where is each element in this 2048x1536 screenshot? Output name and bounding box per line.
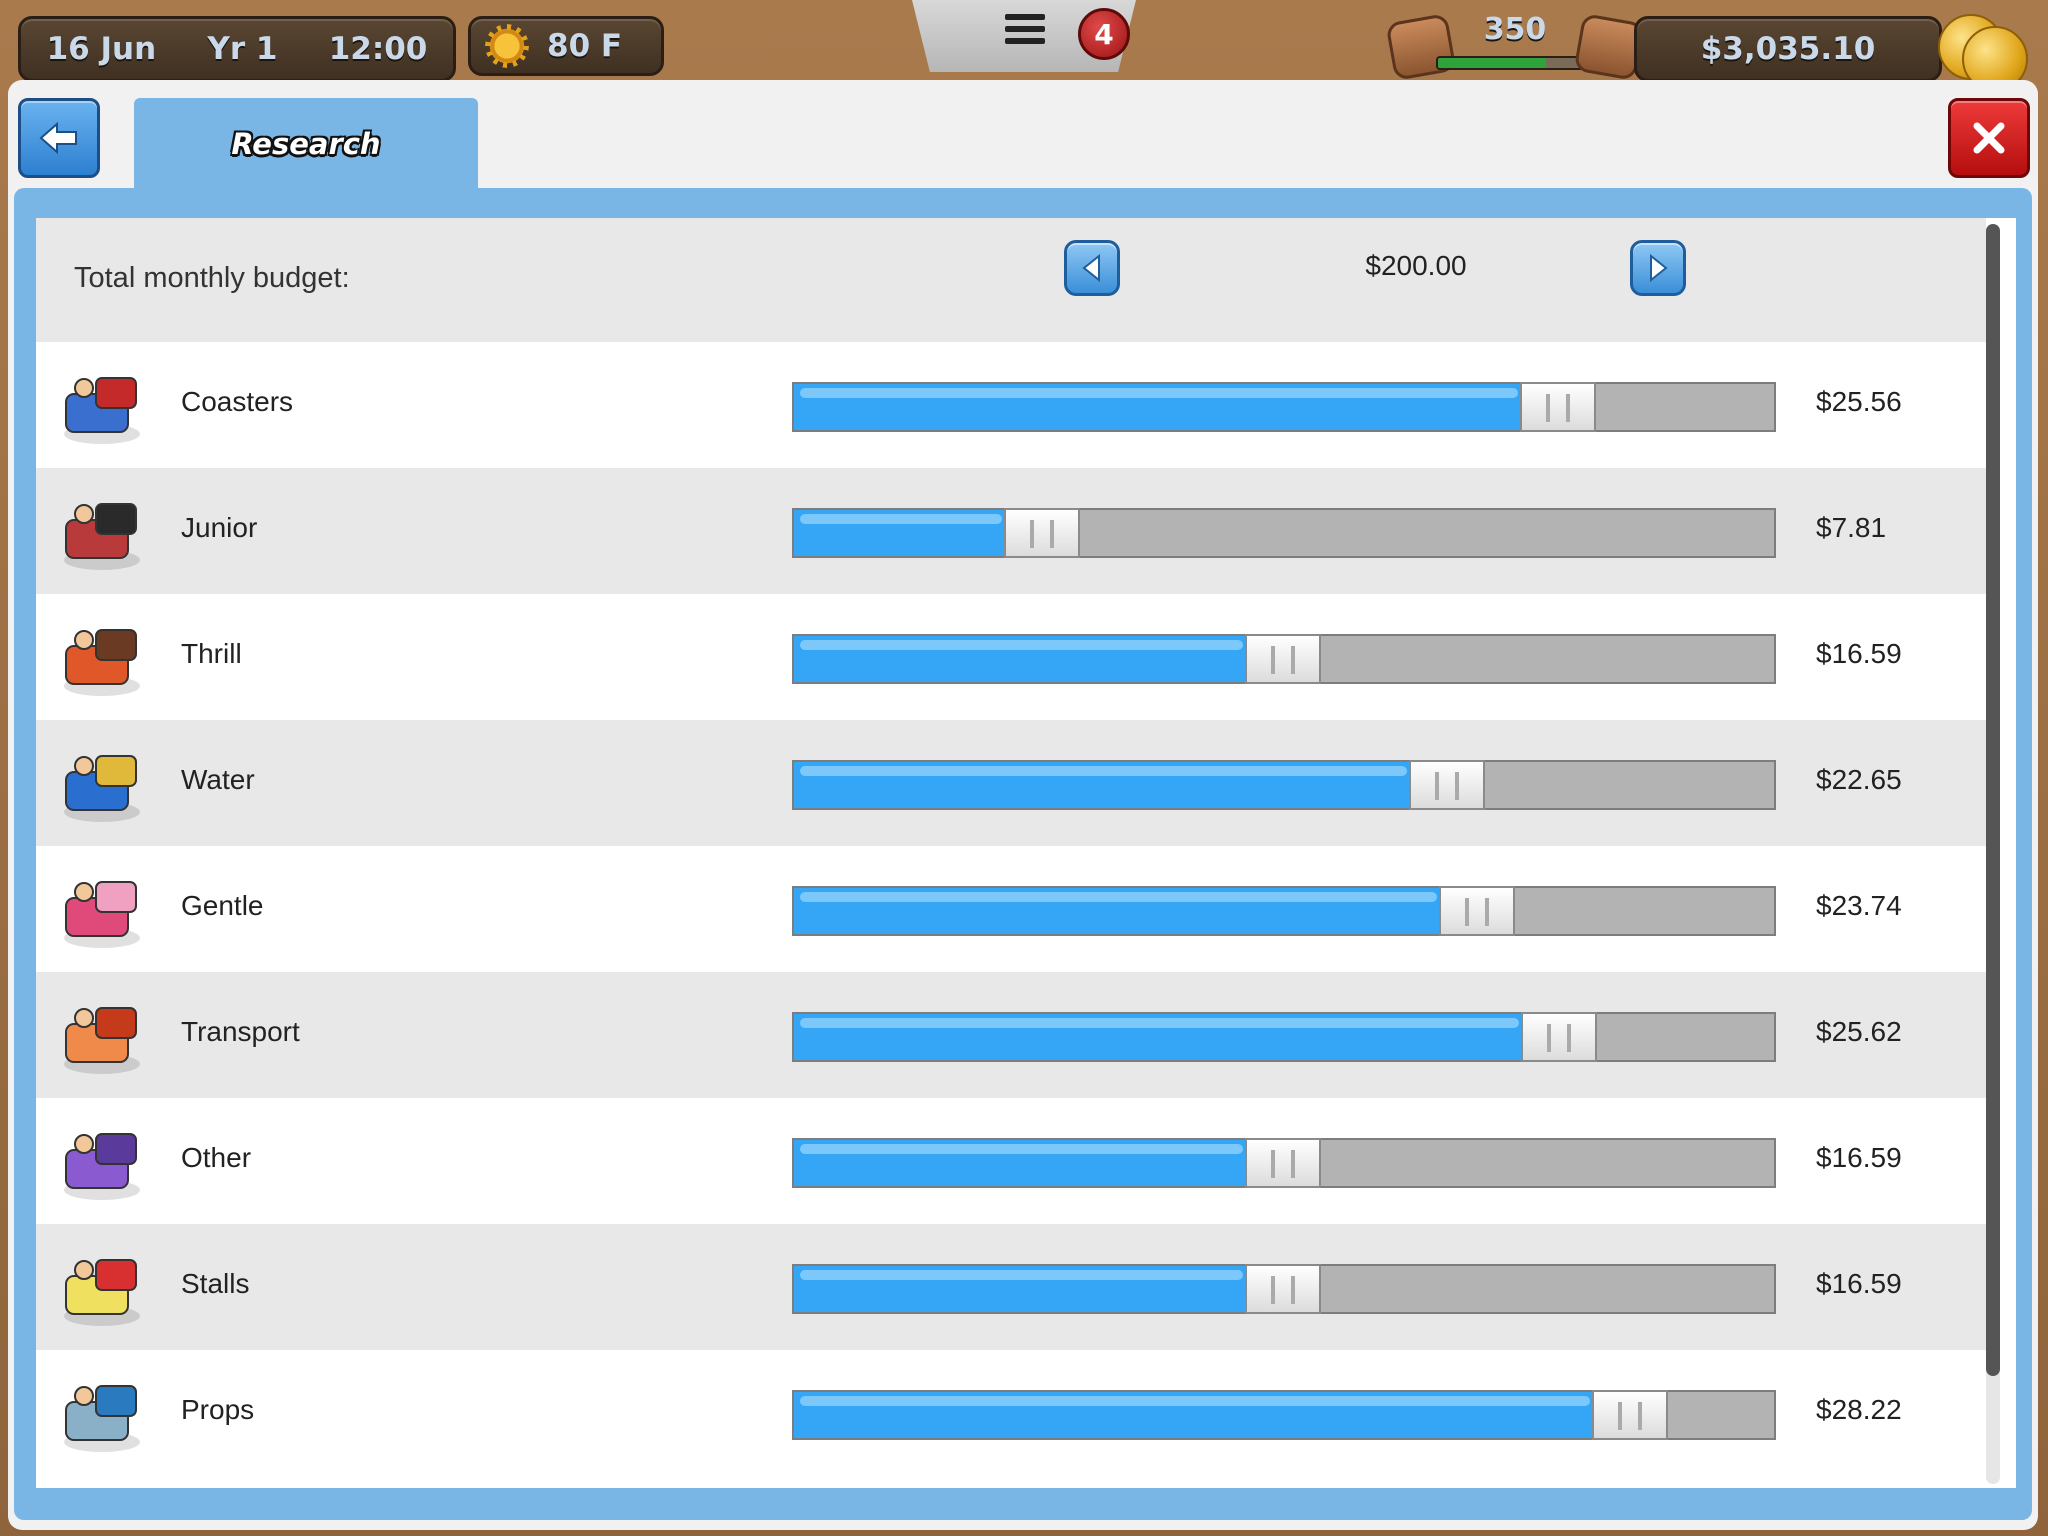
research-row-water: Water $22.65: [36, 720, 1986, 846]
menu-icon[interactable]: [1005, 14, 1045, 48]
research-row-amount: $28.22: [1816, 1394, 1902, 1425]
research-row-amount: $16.59: [1816, 638, 1902, 669]
back-arrow-icon: [39, 121, 77, 155]
research-slider-fill: [794, 1014, 1525, 1060]
research-row-stalls: Stalls $16.59: [36, 1224, 1986, 1350]
close-icon: [1973, 122, 2005, 154]
research-row-gentle: Gentle $23.74: [36, 846, 1986, 972]
sun-icon: [485, 24, 529, 68]
research-row-amount: $16.59: [1816, 1268, 1902, 1299]
rating-value: 350: [1483, 12, 1547, 47]
research-row-amount: $25.62: [1816, 1016, 1902, 1047]
research-slider-fill: [794, 1266, 1249, 1312]
coins-icon[interactable]: [1932, 6, 2032, 92]
research-slider-fill: [794, 510, 1008, 556]
research-row-amount: $7.81: [1816, 512, 1887, 543]
thumbs-down-icon: [1385, 13, 1457, 81]
research-slider-fill: [794, 384, 1524, 430]
research-row-amount: $25.56: [1816, 386, 1902, 417]
year-label: Yr 1: [207, 31, 278, 67]
budget-value: $200.00: [1365, 250, 1467, 281]
research-row-amount: $23.74: [1816, 890, 1902, 921]
research-row-amount: $16.59: [1816, 1142, 1902, 1173]
scrollbar-thumb[interactable]: [1986, 224, 2000, 1376]
tab-research-label: Research: [231, 127, 381, 161]
research-row-label: Transport: [181, 1016, 300, 1047]
research-slider-handle[interactable]: [1245, 634, 1321, 684]
arrow-right-icon: [1650, 253, 1668, 283]
research-panel: Total monthly budget: $200.00 Coasters $2…: [36, 218, 2016, 1488]
research-slider-handle[interactable]: [1245, 1264, 1321, 1314]
close-button[interactable]: [1948, 98, 2030, 178]
fountain-prop-icon: [56, 1372, 148, 1456]
back-button[interactable]: [18, 98, 100, 178]
research-slider-handle[interactable]: [1521, 1012, 1597, 1062]
research-row-label: Water: [181, 764, 255, 795]
research-row-junior: Junior $7.81: [36, 468, 1986, 594]
research-slider-fill: [794, 636, 1249, 682]
budget-decrease-button[interactable]: [1064, 240, 1120, 296]
budget-increase-button[interactable]: [1630, 240, 1686, 296]
thrill-ride-icon: [56, 616, 148, 700]
scrollbar[interactable]: [1986, 224, 2000, 1484]
time-label: 12:00: [328, 31, 428, 67]
research-slider-handle[interactable]: [1439, 886, 1515, 936]
arrow-left-icon: [1082, 253, 1100, 283]
research-row-props: Props $28.22: [36, 1350, 1986, 1476]
date-time-display: 16 Jun Yr 1 12:00: [18, 16, 456, 82]
research-row-label: Props: [181, 1394, 255, 1425]
research-slider[interactable]: [792, 886, 1776, 936]
park-rating: 350: [1385, 12, 1645, 82]
other-ride-icon: [56, 1120, 148, 1204]
research-slider-fill: [794, 888, 1443, 934]
research-slider[interactable]: [792, 1390, 1776, 1440]
coaster-icon: [56, 364, 148, 448]
research-row-label: Other: [181, 1142, 252, 1173]
stall-icon: [56, 1246, 148, 1330]
research-slider-handle[interactable]: [1409, 760, 1485, 810]
research-row-label: Thrill: [181, 638, 242, 669]
date-label: 16 Jun: [46, 31, 157, 67]
rating-bar-fill: [1438, 58, 1546, 68]
research-row-label: Gentle: [181, 890, 264, 921]
research-slider[interactable]: [792, 760, 1776, 810]
research-slider[interactable]: [792, 634, 1776, 684]
gentle-ride-icon: [56, 868, 148, 952]
research-row-amount: $22.65: [1816, 764, 1902, 795]
junior-ride-icon: [56, 490, 148, 574]
research-slider-fill: [794, 1140, 1249, 1186]
research-row-coasters: Coasters $25.56: [36, 342, 1986, 468]
research-slider[interactable]: [792, 1012, 1776, 1062]
water-ride-icon: [56, 742, 148, 826]
research-slider-fill: [794, 762, 1413, 808]
research-row-label: Junior: [181, 512, 258, 543]
transport-icon: [56, 994, 148, 1078]
research-row-thrill: Thrill $16.59: [36, 594, 1986, 720]
budget-label: Total monthly budget:: [74, 262, 350, 294]
research-slider[interactable]: [792, 1138, 1776, 1188]
research-row-label: Coasters: [181, 386, 294, 417]
notification-badge[interactable]: 4: [1078, 8, 1130, 60]
research-row-label: Stalls: [181, 1268, 250, 1299]
tab-research[interactable]: Research: [134, 98, 478, 190]
research-slider-handle[interactable]: [1245, 1138, 1321, 1188]
money-display: $3,035.10: [1634, 16, 1942, 82]
money-value: $3,035.10: [1700, 31, 1876, 67]
rating-bar: [1436, 56, 1590, 70]
research-slider-handle[interactable]: [1592, 1390, 1668, 1440]
research-slider-fill: [794, 1392, 1596, 1438]
temperature-label: 80 F: [547, 28, 623, 64]
research-slider-handle[interactable]: [1004, 508, 1080, 558]
research-row-other: Other $16.59: [36, 1098, 1986, 1224]
budget-row: Total monthly budget: $200.00: [36, 218, 1986, 342]
research-slider-handle[interactable]: [1520, 382, 1596, 432]
research-row-transport: Transport $25.62: [36, 972, 1986, 1098]
research-slider[interactable]: [792, 508, 1776, 558]
weather-display: 80 F: [468, 16, 664, 76]
research-slider[interactable]: [792, 382, 1776, 432]
research-slider[interactable]: [792, 1264, 1776, 1314]
